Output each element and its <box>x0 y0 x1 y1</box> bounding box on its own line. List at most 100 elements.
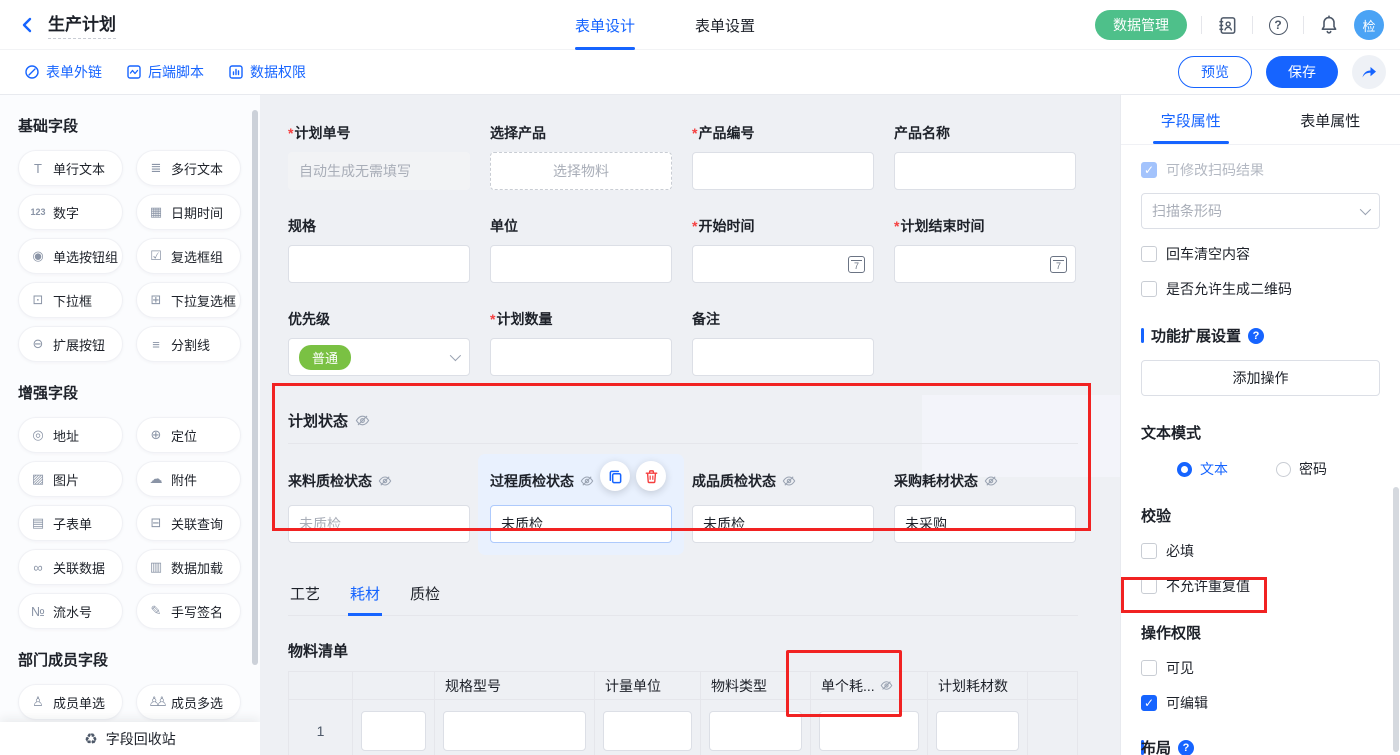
tab-consumables[interactable]: 耗材 <box>348 573 382 615</box>
field-plan-qty[interactable]: *计划数量 <box>490 309 672 376</box>
help-icon[interactable] <box>1267 14 1289 36</box>
product-code-input[interactable] <box>692 152 874 190</box>
field-type-serial-number[interactable]: №流水号 <box>18 593 123 629</box>
scan-type-select[interactable]: 扫描条形码 <box>1141 193 1380 229</box>
tab-form-settings[interactable]: 表单设置 <box>695 0 755 50</box>
radio-text[interactable]: 文本 <box>1177 459 1228 479</box>
data-permission-button[interactable]: 数据权限 <box>228 62 306 82</box>
finished-qc-input[interactable] <box>692 505 874 543</box>
material-type-input[interactable] <box>709 711 802 751</box>
allow-qrcode-checkbox[interactable]: 是否允许生成二维码 <box>1141 279 1380 299</box>
plan-status-group[interactable]: 计划状态 来料质检状态 过程质检状态 <box>288 410 1078 543</box>
field-type-extend-button[interactable]: ⊖扩展按钮 <box>18 326 123 362</box>
field-type-multi-line-text[interactable]: ≣多行文本 <box>136 150 241 186</box>
backend-script-button[interactable]: 后端脚本 <box>126 62 204 82</box>
panel-scrollbar[interactable] <box>1393 487 1399 752</box>
end-time-input[interactable] <box>894 245 1076 283</box>
editable-checkbox[interactable]: 可编辑 <box>1141 693 1380 713</box>
field-end-time[interactable]: *计划结束时间 7 <box>894 216 1076 283</box>
person-icon: ♙ <box>30 694 46 710</box>
field-type-data-load[interactable]: ▥数据加载 <box>136 549 241 585</box>
unit-consumption-input[interactable] <box>819 711 919 751</box>
field-type-number[interactable]: 123数字 <box>18 194 123 230</box>
data-permission-icon <box>228 64 244 80</box>
data-manage-button[interactable]: 数据管理 <box>1095 10 1187 40</box>
field-type-location[interactable]: ⊕定位 <box>136 417 241 453</box>
sidebar-scrollbar[interactable] <box>252 110 258 665</box>
field-plan-no[interactable]: *计划单号 <box>288 123 470 190</box>
external-link-button[interactable]: 表单外链 <box>24 62 102 82</box>
field-product-code[interactable]: *产品编号 <box>692 123 874 190</box>
field-type-checkbox-group[interactable]: ☑复选框组 <box>136 238 241 274</box>
field-start-time[interactable]: *开始时间 7 <box>692 216 874 283</box>
field-type-radio-group[interactable]: ◉单选按钮组 <box>18 238 123 274</box>
field-select-product[interactable]: 选择产品 选择物料 <box>490 123 672 190</box>
field-type-single-line-text[interactable]: T单行文本 <box>18 150 123 186</box>
no-duplicate-checkbox[interactable]: 不允许重复值 <box>1141 576 1380 596</box>
field-purchase-status[interactable]: 采购耗材状态 <box>894 466 1076 543</box>
radio-password[interactable]: 密码 <box>1276 459 1327 479</box>
add-action-button[interactable]: 添加操作 <box>1141 360 1380 396</box>
priority-select[interactable]: 普通 <box>288 338 470 376</box>
table-cell <box>701 700 811 755</box>
field-unit[interactable]: 单位 <box>490 216 672 283</box>
incoming-qc-input[interactable] <box>288 505 470 543</box>
delete-field-button[interactable] <box>636 461 666 491</box>
clear-on-enter-checkbox[interactable]: 回车清空内容 <box>1141 244 1380 264</box>
field-product-name[interactable]: 产品名称 <box>894 123 1076 190</box>
field-recycle-bin[interactable]: ♻ 字段回收站 <box>0 722 260 755</box>
field-type-datetime[interactable]: ▦日期时间 <box>136 194 241 230</box>
material-input[interactable] <box>361 711 426 751</box>
remark-input[interactable] <box>692 338 874 376</box>
field-finished-qc-status[interactable]: 成品质检状态 <box>692 466 874 543</box>
tab-process[interactable]: 工艺 <box>288 573 322 615</box>
field-process-qc-status-selected[interactable]: 过程质检状态 <box>490 466 672 543</box>
spec-model-input[interactable] <box>443 711 586 751</box>
unit-of-measure-input[interactable] <box>603 711 692 751</box>
modify-scan-result-checkbox[interactable]: 可修改扫码结果 <box>1141 160 1380 180</box>
purchase-status-input[interactable] <box>894 505 1076 543</box>
save-button[interactable]: 保存 <box>1266 56 1338 88</box>
tab-quality[interactable]: 质检 <box>408 573 442 615</box>
help-filled-icon[interactable] <box>1248 328 1264 344</box>
field-type-subform[interactable]: ▤子表单 <box>18 505 123 541</box>
field-type-member-single[interactable]: ♙成员单选 <box>18 684 123 720</box>
product-name-input[interactable] <box>894 152 1076 190</box>
button-icon: ⊖ <box>30 336 46 352</box>
plan-no-input[interactable] <box>288 152 470 190</box>
select-material-button[interactable]: 选择物料 <box>490 152 672 190</box>
field-remark[interactable]: 备注 <box>692 309 874 376</box>
field-type-member-multi[interactable]: ♙♙成员多选 <box>136 684 241 720</box>
planned-consumption-input[interactable] <box>936 711 1019 751</box>
user-avatar[interactable]: 检 <box>1354 10 1384 40</box>
field-type-address[interactable]: ◎地址 <box>18 417 123 453</box>
field-type-image[interactable]: ▨图片 <box>18 461 123 497</box>
spec-input[interactable] <box>288 245 470 283</box>
preview-button[interactable]: 预览 <box>1178 56 1252 88</box>
tab-form-properties[interactable]: 表单属性 <box>1261 95 1400 144</box>
copy-field-button[interactable] <box>600 461 630 491</box>
process-qc-input[interactable] <box>490 505 672 543</box>
field-spec[interactable]: 规格 <box>288 216 470 283</box>
field-type-divider[interactable]: ≡分割线 <box>136 326 241 362</box>
field-type-related-data[interactable]: ∞关联数据 <box>18 549 123 585</box>
plan-qty-input[interactable] <box>490 338 672 376</box>
tab-form-design[interactable]: 表单设计 <box>575 0 635 50</box>
address-book-icon[interactable] <box>1216 14 1238 36</box>
required-checkbox[interactable]: 必填 <box>1141 541 1380 561</box>
field-type-signature[interactable]: ✎手写签名 <box>136 593 241 629</box>
back-button[interactable] <box>18 16 36 34</box>
help-filled-icon[interactable] <box>1178 740 1194 755</box>
share-button[interactable] <box>1352 55 1386 89</box>
start-time-input[interactable] <box>692 245 874 283</box>
visible-checkbox[interactable]: 可见 <box>1141 658 1380 678</box>
bell-icon[interactable] <box>1318 14 1340 36</box>
unit-input[interactable] <box>490 245 672 283</box>
field-priority[interactable]: 优先级 普通 <box>288 309 470 376</box>
field-type-multi-select[interactable]: ⊞下拉复选框 <box>136 282 241 318</box>
field-type-attachment[interactable]: ☁附件 <box>136 461 241 497</box>
field-incoming-qc-status[interactable]: 来料质检状态 <box>288 466 470 543</box>
field-type-related-query[interactable]: ⊟关联查询 <box>136 505 241 541</box>
field-type-select[interactable]: ⊡下拉框 <box>18 282 123 318</box>
tab-field-properties[interactable]: 字段属性 <box>1121 95 1261 144</box>
